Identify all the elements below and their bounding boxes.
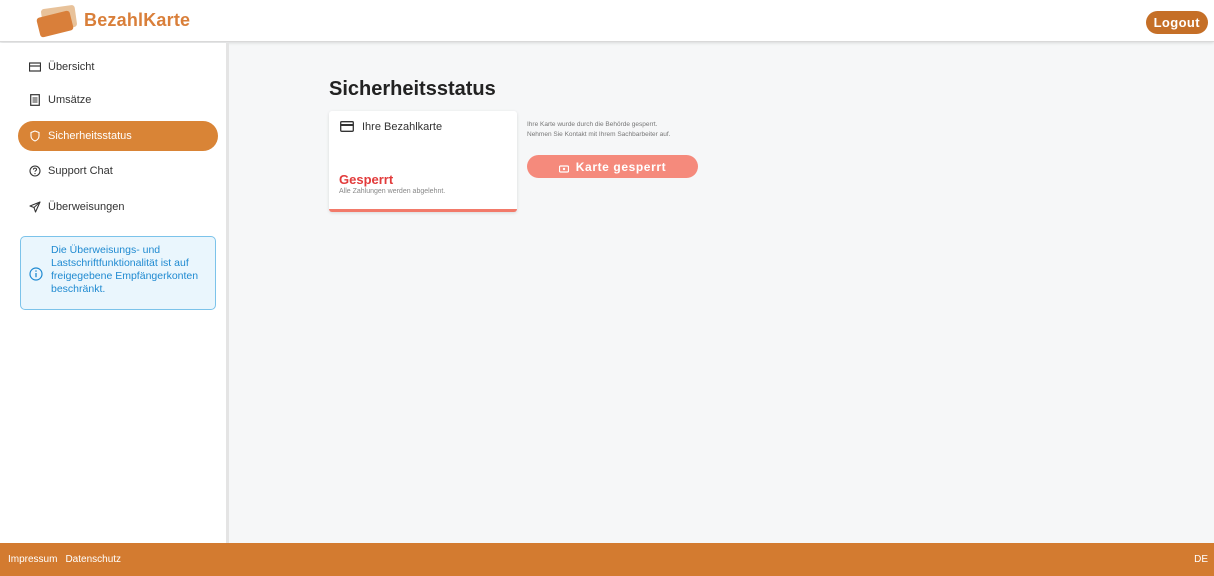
sidebar-item-label: Überweisungen bbox=[48, 201, 125, 213]
card-locked-button[interactable]: Karte gesperrt bbox=[527, 155, 698, 178]
footer: Impressum Datenschutz DE bbox=[0, 543, 1214, 576]
sidebar: Übersicht Umsätze Sicherheitsstatus Supp… bbox=[0, 43, 229, 543]
question-icon bbox=[28, 164, 42, 178]
lock-icon bbox=[558, 162, 569, 173]
sidebar-item-label: Support Chat bbox=[48, 165, 113, 177]
send-icon bbox=[28, 200, 42, 214]
sidebar-item-sicherheitsstatus[interactable]: Sicherheitsstatus bbox=[18, 121, 218, 151]
sidebar-item-support-chat[interactable]: Support Chat bbox=[18, 156, 218, 186]
sidebar-item-label: Umsätze bbox=[48, 94, 92, 106]
card-heading-label: Ihre Bezahlkarte bbox=[362, 121, 443, 133]
lock-notice-line1: Ihre Karte wurde durch die Behörde gespe… bbox=[527, 121, 658, 128]
card-heading: Ihre Bezahlkarte bbox=[340, 121, 442, 133]
info-icon bbox=[29, 267, 43, 281]
sidebar-item-umsaetze[interactable]: Umsätze bbox=[18, 85, 218, 115]
sidebar-item-ueberweisungen[interactable]: Überweisungen bbox=[18, 192, 218, 222]
impressum-link[interactable]: Impressum bbox=[8, 554, 57, 565]
lock-notice-line2: Nehmen Sie Kontakt mit Ihrem Sachbarbeit… bbox=[527, 131, 671, 138]
sidebar-item-label: Sicherheitsstatus bbox=[48, 130, 132, 142]
language-selector[interactable]: DE bbox=[1194, 554, 1208, 565]
shield-icon bbox=[28, 129, 42, 143]
app-logo[interactable]: BezahlKarte bbox=[36, 4, 191, 38]
top-header: BezahlKarte Logout bbox=[0, 0, 1214, 42]
sidebar-item-uebersicht[interactable]: Übersicht bbox=[18, 52, 218, 82]
logout-button[interactable]: Logout bbox=[1145, 11, 1208, 34]
card-icon bbox=[340, 121, 354, 133]
card-status-text: Gesperrt bbox=[339, 172, 394, 187]
list-icon bbox=[28, 93, 42, 107]
transfer-info-box: Die Überweisungs- und Lastschriftfunktio… bbox=[20, 236, 216, 310]
datenschutz-link[interactable]: Datenschutz bbox=[65, 554, 121, 565]
logo-text: BezahlKarte bbox=[84, 9, 191, 30]
sidebar-item-label: Übersicht bbox=[48, 61, 95, 73]
card-locked-label: Karte gesperrt bbox=[575, 159, 667, 174]
logo-card-icon bbox=[36, 4, 78, 38]
lock-notice: Ihre Karte wurde durch die Behörde gespe… bbox=[527, 120, 670, 140]
card-icon bbox=[28, 60, 42, 74]
card-status-subtext: Alle Zahlungen werden abgelehnt. bbox=[339, 188, 446, 195]
info-text: Die Überweisungs- und Lastschriftfunktio… bbox=[51, 244, 199, 295]
card-status-panel: Ihre Bezahlkarte Gesperrt Alle Zahlungen… bbox=[329, 111, 517, 212]
page-title: Sicherheitsstatus bbox=[329, 78, 496, 100]
